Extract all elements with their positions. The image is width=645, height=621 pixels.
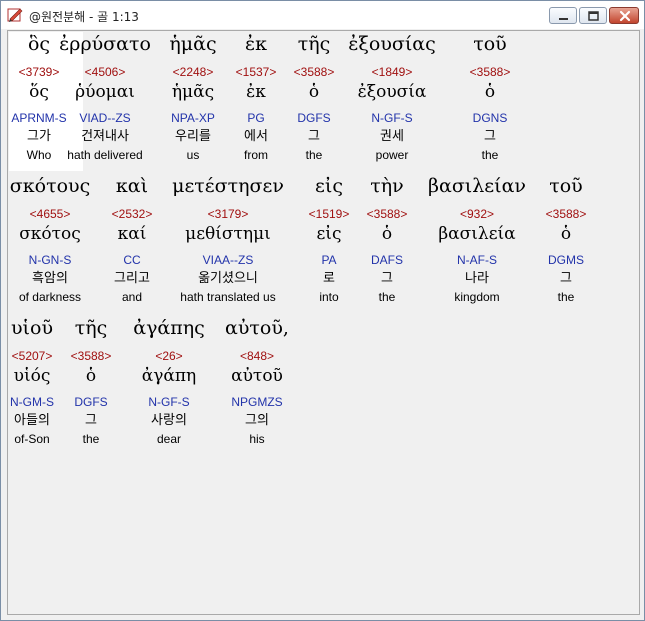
lemma-form: ὁ (560, 224, 572, 244)
window-title: @원전분해 - 골 1:13 (29, 10, 139, 24)
title-bar[interactable]: @원전분해 - 골 1:13 (1, 1, 644, 29)
strong-number: <848> (239, 349, 275, 363)
app-window: @원전분해 - 골 1:13 ὃς <3739> ὅς APRNM-S 그가 Who ἐρρ… (0, 0, 645, 621)
close-button[interactable] (609, 7, 639, 24)
parse-code: NPGMZS (231, 395, 283, 409)
greek-word: αὐτοῦ, (225, 317, 289, 339)
greek-word: τοῦ (473, 33, 507, 55)
minimize-icon (559, 18, 568, 20)
korean-gloss: 그 (484, 129, 496, 144)
english-gloss: his (249, 432, 265, 446)
greek-word: τοῦ (549, 175, 583, 197)
lemma-form: αὐτοῦ (231, 366, 283, 386)
minimize-button[interactable] (549, 7, 577, 24)
english-gloss: the (557, 290, 575, 304)
parse-code: DGNS (472, 111, 508, 125)
english-gloss: the (481, 148, 499, 162)
parse-code: DGMS (548, 253, 584, 267)
korean-gloss: 그 (560, 271, 572, 286)
close-icon (619, 10, 631, 22)
strong-number: <3588> (469, 65, 511, 79)
lemma-form: ὁ (484, 82, 496, 102)
app-icon (7, 8, 23, 22)
maximize-icon (588, 11, 599, 21)
interlinear-panel[interactable]: ὃς <3739> ὅς APRNM-S 그가 Who ἐρρύσατο <4506> ῥύομ… (7, 30, 640, 615)
korean-gloss: 그의 (245, 413, 269, 428)
strong-number: <3588> (545, 207, 587, 221)
maximize-button[interactable] (579, 7, 607, 24)
